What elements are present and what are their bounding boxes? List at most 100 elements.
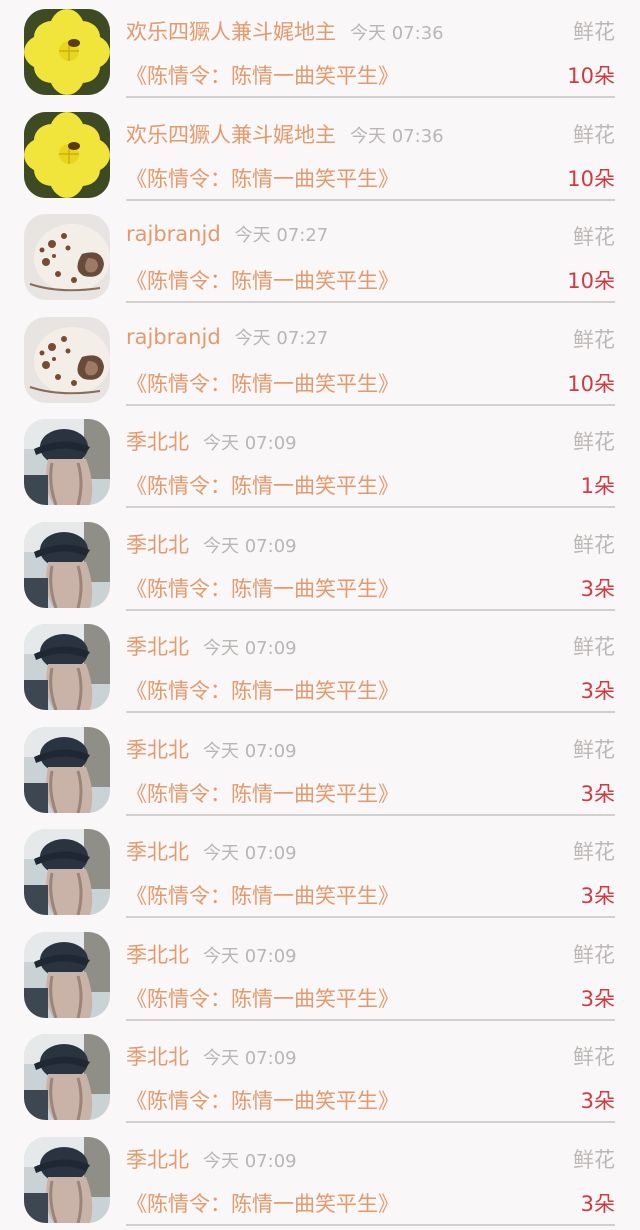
gift-type: 鲜花 [573,1144,615,1174]
user-name[interactable]: 季北北 [126,943,189,967]
work-title[interactable]: 《陈情令：陈情一曲笑平生》 [126,1188,399,1218]
gift-record-content: 季北北今天 07:09 鲜花 《陈情令：陈情一曲笑平生》 3朵 [126,923,615,1021]
work-title[interactable]: 《陈情令：陈情一曲笑平生》 [126,1085,399,1115]
gift-record-row[interactable]: 季北北今天 07:09 鲜花 《陈情令：陈情一曲笑平生》 3朵 [0,513,640,616]
work-title[interactable]: 《陈情令：陈情一曲笑平生》 [126,368,399,398]
seashell-avatar-image [24,214,110,300]
girl-cap-avatar-image [24,727,110,813]
gift-time: 今天 07:27 [235,225,329,246]
work-title[interactable]: 《陈情令：陈情一曲笑平生》 [126,880,399,910]
user-name[interactable]: 季北北 [126,738,189,762]
gift-type: 鲜花 [573,836,615,866]
gift-record-content: 季北北今天 07:09 鲜花 《陈情令：陈情一曲笑平生》 3朵 [126,1128,615,1226]
user-name[interactable]: 季北北 [126,635,189,659]
girl-cap-avatar-image [24,932,110,1018]
gift-type: 鲜花 [573,119,615,149]
avatar[interactable] [24,419,110,505]
gift-record-row[interactable]: 季北北今天 07:09 鲜花 《陈情令：陈情一曲笑平生》 1朵 [0,410,640,513]
gift-count: 3朵 [581,675,615,705]
gift-type: 鲜花 [573,221,615,251]
work-title[interactable]: 《陈情令：陈情一曲笑平生》 [126,265,399,295]
gift-record-row[interactable]: 欢乐四獗人兼斗娓地主今天 07:36 鲜花 《陈情令：陈情一曲笑平生》 10朵 [0,0,640,103]
user-name[interactable]: 季北北 [126,840,189,864]
user-name[interactable]: rajbranjd [126,222,221,246]
gift-record-row[interactable]: 季北北今天 07:09 鲜花 《陈情令：陈情一曲笑平生》 3朵 [0,1128,640,1230]
avatar[interactable] [24,9,110,95]
gift-record-list: 欢乐四獗人兼斗娓地主今天 07:36 鲜花 《陈情令：陈情一曲笑平生》 10朵 … [0,0,640,1230]
work-title[interactable]: 《陈情令：陈情一曲笑平生》 [126,675,399,705]
gift-count: 1朵 [581,470,615,500]
gift-type: 鲜花 [573,939,615,969]
girl-cap-avatar-image [24,624,110,710]
gift-time: 今天 07:09 [203,536,297,557]
gift-type: 鲜花 [573,16,615,46]
gift-record-row[interactable]: rajbranjd 今天 07:27 鲜花 《陈情令：陈情一曲笑平生》 10朵 [0,205,640,308]
girl-cap-avatar-image [24,419,110,505]
gift-time: 今天 07:09 [203,433,297,454]
gift-time: 今天 07:09 [203,1048,297,1069]
gift-time: 今天 07:09 [203,638,297,659]
avatar[interactable] [24,624,110,710]
user-name[interactable]: rajbranjd [126,325,221,349]
gift-time: 今天 07:09 [203,946,297,967]
avatar[interactable] [24,317,110,403]
gift-type: 鲜花 [573,324,615,354]
user-name[interactable]: 季北北 [126,1045,189,1069]
work-title[interactable]: 《陈情令：陈情一曲笑平生》 [126,60,399,90]
avatar[interactable] [24,112,110,198]
gift-count: 3朵 [581,573,615,603]
girl-cap-avatar-image [24,1034,110,1120]
gift-record-content: rajbranjd 今天 07:27 鲜花 《陈情令：陈情一曲笑平生》 10朵 [126,308,615,406]
gift-record-content: rajbranjd 今天 07:27 鲜花 《陈情令：陈情一曲笑平生》 10朵 [126,205,615,303]
gift-record-row[interactable]: rajbranjd 今天 07:27 鲜花 《陈情令：陈情一曲笑平生》 10朵 [0,308,640,411]
work-title[interactable]: 《陈情令：陈情一曲笑平生》 [126,470,399,500]
user-name[interactable]: 季北北 [126,430,189,454]
gift-count: 3朵 [581,1085,615,1115]
avatar[interactable] [24,214,110,300]
gift-record-row[interactable]: 欢乐四獗人兼斗娓地主今天 07:36 鲜花 《陈情令：陈情一曲笑平生》 10朵 [0,103,640,206]
gift-record-row[interactable]: 季北北今天 07:09 鲜花 《陈情令：陈情一曲笑平生》 3朵 [0,718,640,821]
gift-record-content: 季北北今天 07:09 鲜花 《陈情令：陈情一曲笑平生》 3朵 [126,513,615,611]
avatar[interactable] [24,522,110,608]
gift-type: 鲜花 [573,734,615,764]
work-title[interactable]: 《陈情令：陈情一曲笑平生》 [126,778,399,808]
gift-record-row[interactable]: 季北北今天 07:09 鲜花 《陈情令：陈情一曲笑平生》 3朵 [0,820,640,923]
gift-record-content: 季北北今天 07:09 鲜花 《陈情令：陈情一曲笑平生》 3朵 [126,1025,615,1123]
avatar[interactable] [24,829,110,915]
user-name[interactable]: 欢乐四獗人兼斗娓地主 [126,123,336,147]
avatar[interactable] [24,1034,110,1120]
girl-cap-avatar-image [24,1137,110,1223]
work-title[interactable]: 《陈情令：陈情一曲笑平生》 [126,983,399,1013]
gift-count: 10朵 [567,368,615,398]
gift-type: 鲜花 [573,631,615,661]
avatar[interactable] [24,1137,110,1223]
gift-count: 10朵 [567,265,615,295]
avatar[interactable] [24,727,110,813]
gift-record-row[interactable]: 季北北今天 07:09 鲜花 《陈情令：陈情一曲笑平生》 3朵 [0,923,640,1026]
gift-record-row[interactable]: 季北北今天 07:09 鲜花 《陈情令：陈情一曲笑平生》 3朵 [0,1025,640,1128]
gift-record-content: 季北北今天 07:09 鲜花 《陈情令：陈情一曲笑平生》 3朵 [126,820,615,918]
seashell-avatar-image [24,317,110,403]
gift-type: 鲜花 [573,1041,615,1071]
gift-time: 今天 07:09 [203,843,297,864]
gift-record-content: 欢乐四獗人兼斗娓地主今天 07:36 鲜花 《陈情令：陈情一曲笑平生》 10朵 [126,103,615,201]
gift-count: 3朵 [581,778,615,808]
yellow-flower-avatar-image [24,112,110,198]
gift-time: 今天 07:09 [203,741,297,762]
avatar[interactable] [24,932,110,1018]
gift-count: 10朵 [567,60,615,90]
gift-time: 今天 07:27 [235,328,329,349]
gift-time: 今天 07:09 [203,1151,297,1172]
work-title[interactable]: 《陈情令：陈情一曲笑平生》 [126,573,399,603]
gift-count: 3朵 [581,1188,615,1218]
gift-time: 今天 07:36 [350,126,444,147]
gift-type: 鲜花 [573,529,615,559]
user-name[interactable]: 欢乐四獗人兼斗娓地主 [126,20,336,44]
gift-record-content: 季北北今天 07:09 鲜花 《陈情令：陈情一曲笑平生》 1朵 [126,410,615,508]
gift-count: 3朵 [581,880,615,910]
gift-record-row[interactable]: 季北北今天 07:09 鲜花 《陈情令：陈情一曲笑平生》 3朵 [0,615,640,718]
work-title[interactable]: 《陈情令：陈情一曲笑平生》 [126,163,399,193]
user-name[interactable]: 季北北 [126,533,189,557]
gift-count: 3朵 [581,983,615,1013]
user-name[interactable]: 季北北 [126,1148,189,1172]
